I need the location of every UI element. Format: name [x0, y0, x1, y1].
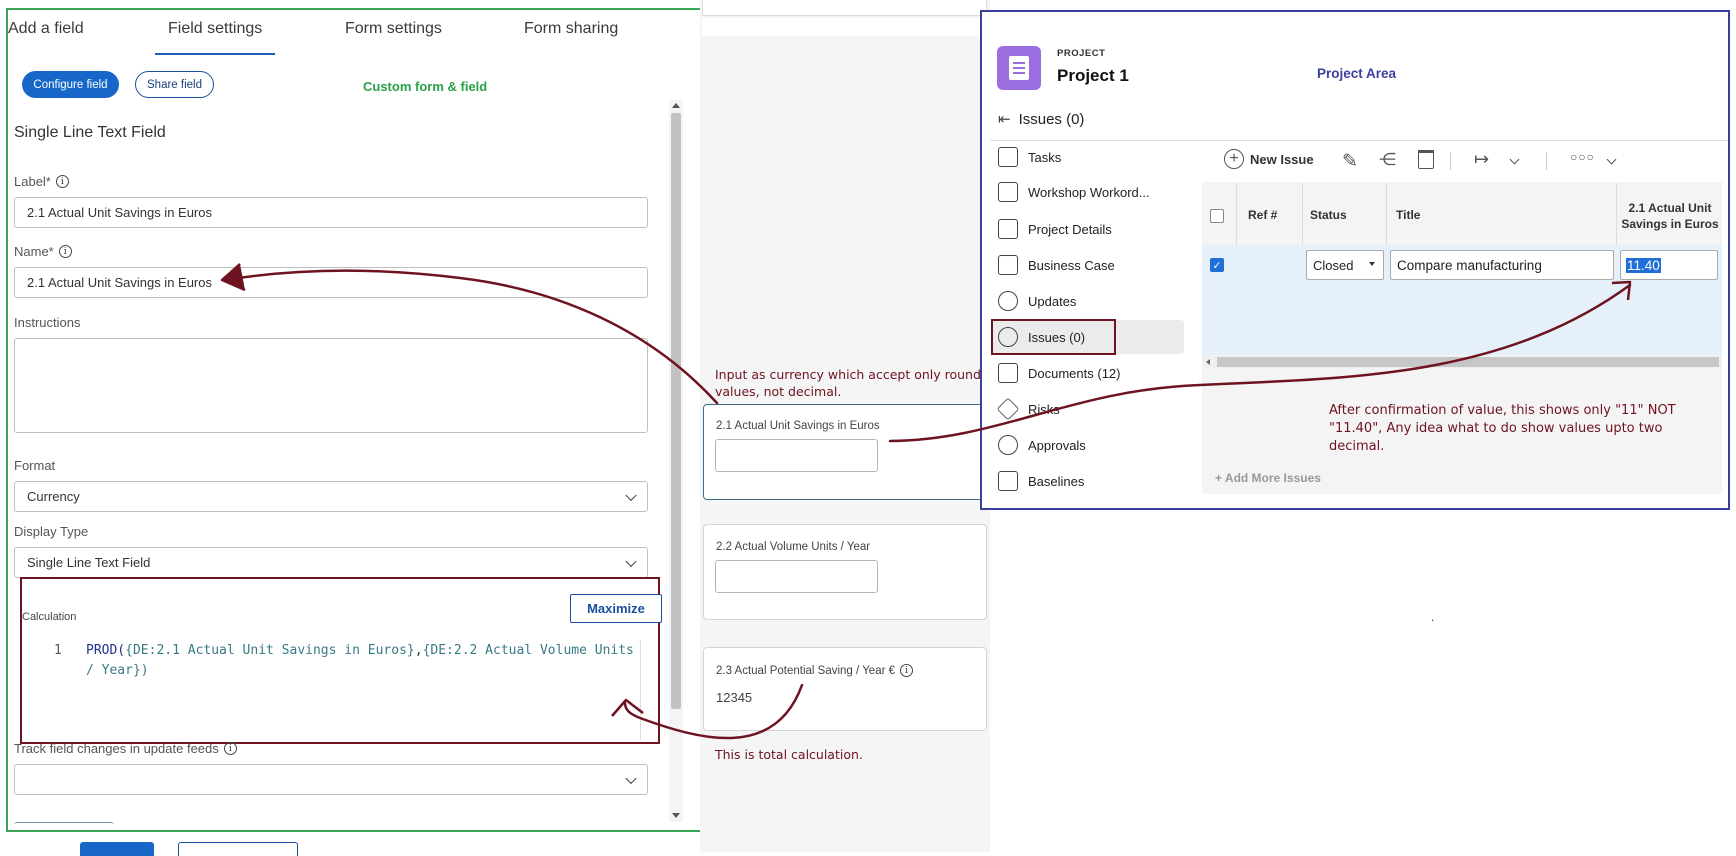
arrowhead-calculation	[611, 698, 644, 717]
arrow-to-unit-savings-cell	[888, 283, 1632, 443]
arrow-to-calculation	[623, 683, 804, 740]
arrow-to-name-field	[223, 269, 719, 405]
arrowhead-name-field	[220, 263, 246, 292]
annotation-arrows	[220, 263, 1632, 740]
